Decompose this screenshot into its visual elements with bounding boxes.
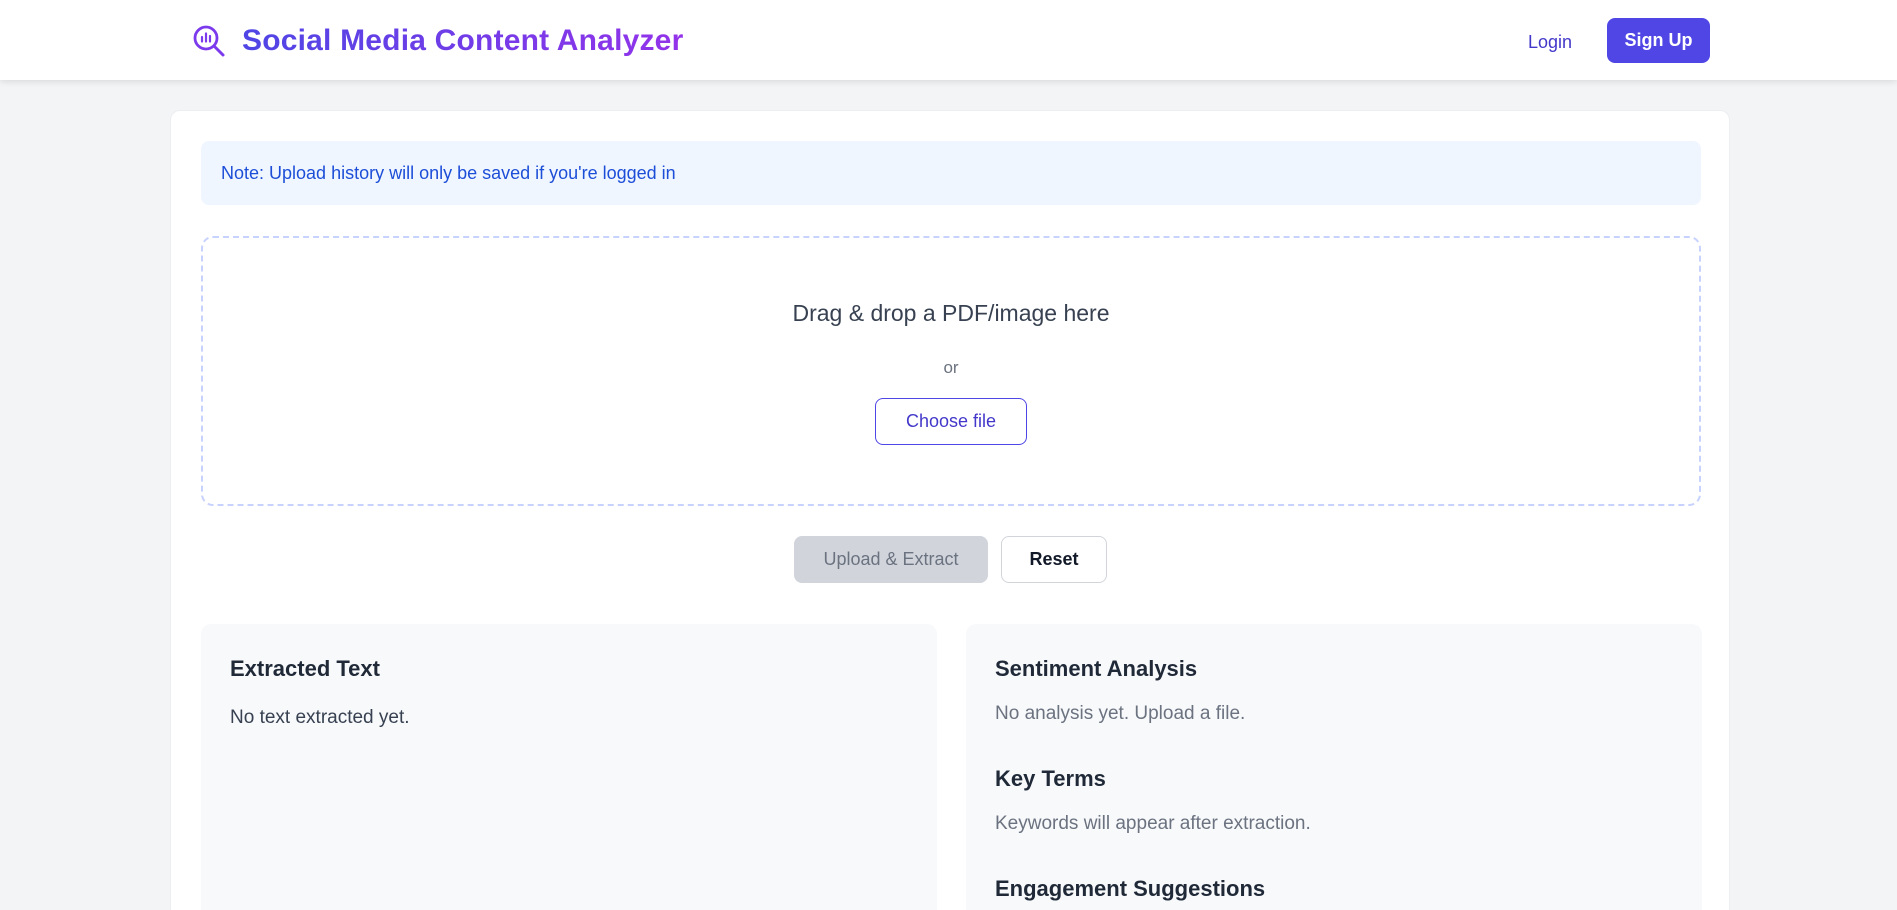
extracted-text-panel: Extracted Text No text extracted yet. — [201, 624, 937, 910]
extracted-text-heading: Extracted Text — [230, 656, 380, 681]
main-card: Note: Upload history will only be saved … — [170, 110, 1730, 910]
sentiment-analysis-heading: Sentiment Analysis — [995, 656, 1198, 681]
sign-up-button[interactable]: Sign Up — [1607, 18, 1710, 63]
extracted-text-placeholder: No text extracted yet. — [230, 707, 410, 728]
key-terms-heading: Key Terms — [995, 766, 1106, 791]
login-note-banner: Note: Upload history will only be saved … — [201, 141, 1701, 205]
upload-extract-button[interactable]: Upload & Extract — [794, 536, 988, 583]
dropzone-or-text: or — [943, 358, 959, 377]
top-navbar: Social Media Content Analyzer Login Sign… — [0, 0, 1897, 80]
dropzone-title: Drag & drop a PDF/image here — [792, 300, 1110, 326]
analysis-panel: Sentiment Analysis No analysis yet. Uplo… — [966, 624, 1702, 910]
login-note-text: Note: Upload history will only be saved … — [221, 162, 676, 183]
search-chart-icon — [190, 22, 228, 60]
login-link[interactable]: Login — [1510, 24, 1590, 60]
sentiment-analysis-text: No analysis yet. Upload a file. — [995, 703, 1246, 724]
app-title: Social Media Content Analyzer — [242, 24, 684, 57]
brand[interactable]: Social Media Content Analyzer — [190, 20, 683, 62]
key-terms-text: Keywords will appear after extraction. — [995, 813, 1311, 834]
reset-button[interactable]: Reset — [1001, 536, 1107, 583]
engagement-suggestions-heading: Engagement Suggestions — [995, 876, 1266, 901]
file-dropzone[interactable]: Drag & drop a PDF/image here or Choose f… — [201, 236, 1701, 506]
choose-file-button[interactable]: Choose file — [875, 398, 1027, 445]
